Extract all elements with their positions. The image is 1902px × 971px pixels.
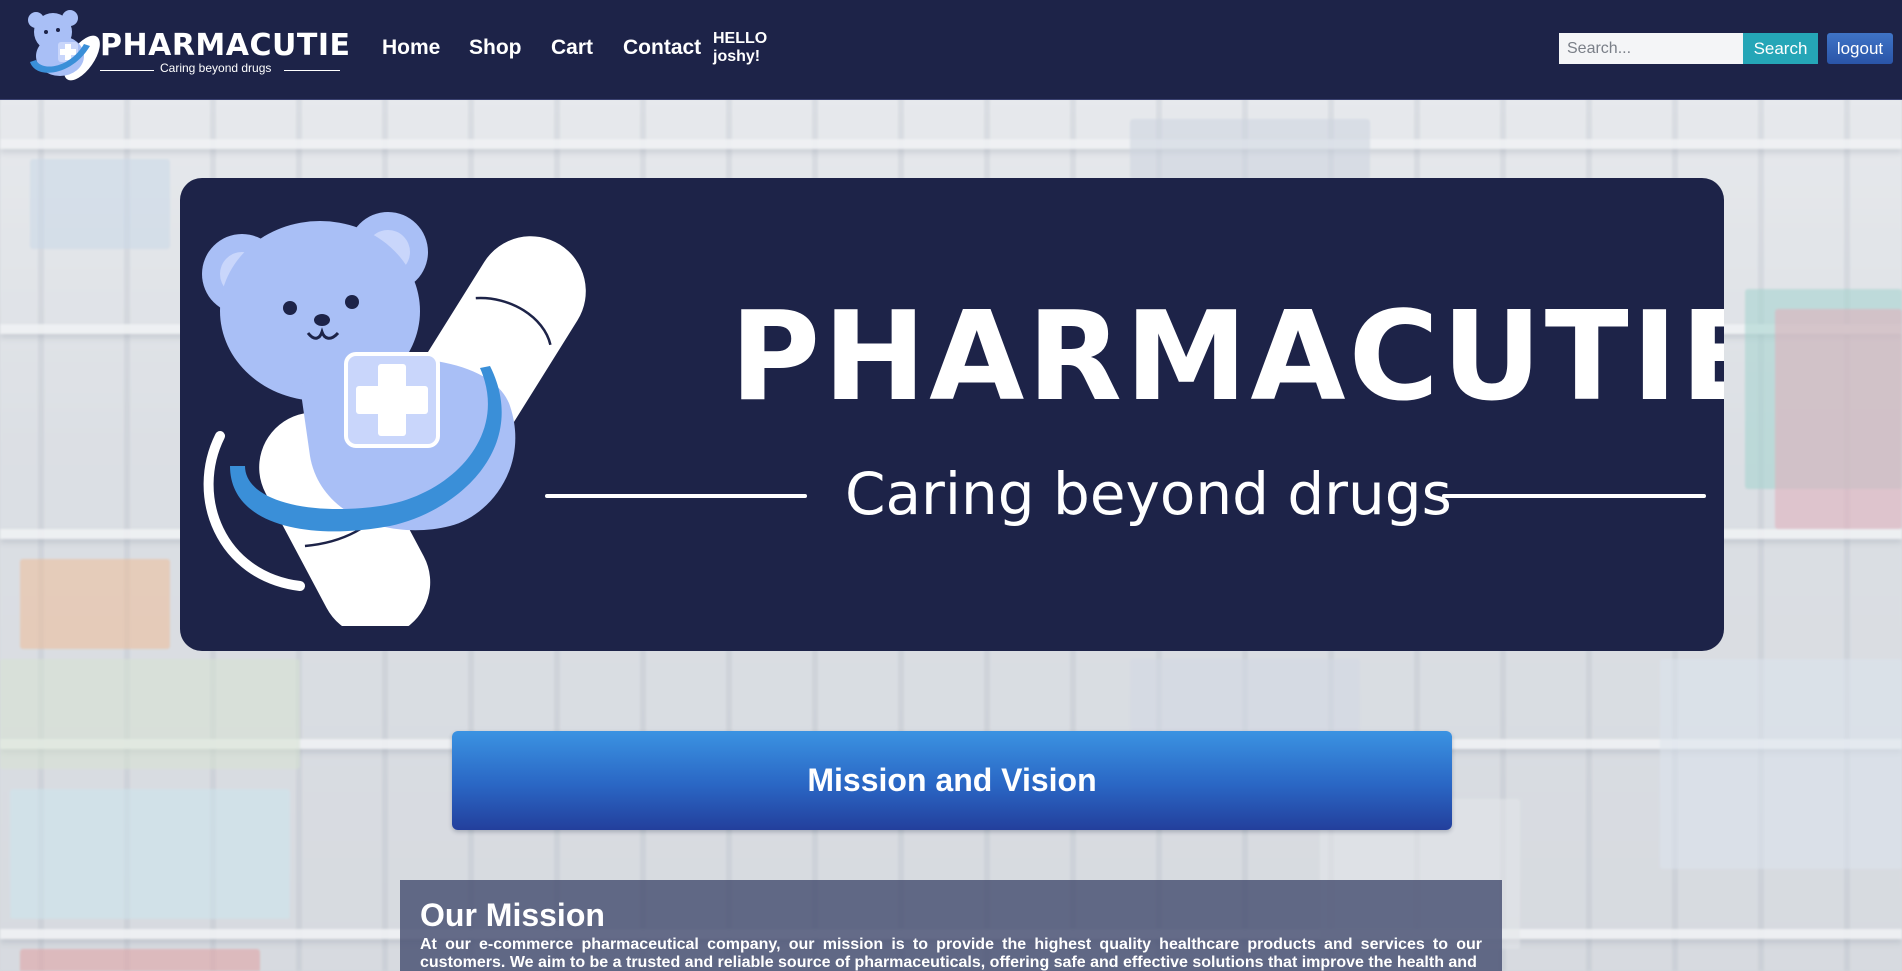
nav-contact-link[interactable]: Contact [623, 36, 701, 60]
nav-cart-link[interactable]: Cart [551, 36, 593, 60]
hero-title: PHARMACUTIE [730, 286, 1724, 429]
logout-button[interactable]: logout [1827, 33, 1893, 64]
brand-tagline: Caring beyond drugs [160, 61, 272, 75]
mission-section: Our Mission At our e-commerce pharmaceut… [400, 880, 1502, 971]
greeting-hello: HELLO [713, 30, 768, 47]
mission-text: At our e-commerce pharmaceutical company… [420, 936, 1482, 971]
mission-title: Our Mission [420, 897, 605, 933]
mission-vision-button[interactable]: Mission and Vision [452, 731, 1452, 830]
brand-logo[interactable]: PHARMACUTIE Caring beyond drugs [22, 6, 350, 90]
greeting-username: joshy! [713, 48, 761, 65]
navbar: PHARMACUTIE Caring beyond drugs Home Sho… [0, 0, 1902, 100]
hero-divider-right [1442, 494, 1706, 498]
bear-mascot-icon [202, 212, 586, 626]
hero-banner: PHARMACUTIE Caring beyond drugs [180, 178, 1724, 651]
brand-divider-right [284, 70, 340, 71]
search-button[interactable]: Search [1743, 33, 1818, 64]
search-input[interactable] [1559, 33, 1743, 64]
user-greeting: HELLO joshy! [713, 30, 767, 66]
brand-name: PHARMACUTIE [100, 28, 351, 63]
brand-divider-left [100, 70, 154, 71]
hero-tagline: Caring beyond drugs [845, 460, 1452, 528]
nav-home-link[interactable]: Home [382, 36, 440, 60]
hero-divider-left [545, 494, 807, 498]
bear-logo-icon [28, 10, 100, 81]
nav-shop-link[interactable]: Shop [469, 36, 522, 60]
